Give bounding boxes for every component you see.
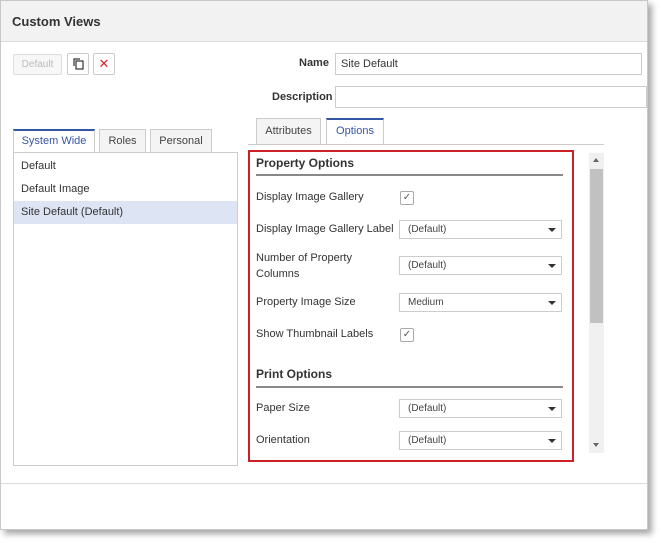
chevron-down-icon <box>548 264 556 268</box>
list-item[interactable]: Default <box>14 155 237 178</box>
check-icon: ✓ <box>402 192 412 203</box>
options-panel: Property Options Display Image Gallery ✓… <box>248 150 574 462</box>
chevron-down-icon <box>548 439 556 443</box>
views-list: Default Default Image Site Default (Defa… <box>13 152 238 466</box>
tab-divider <box>248 144 604 145</box>
description-input[interactable] <box>335 86 647 108</box>
name-label: Name <box>299 57 329 69</box>
tab-attributes[interactable]: Attributes <box>256 118 321 145</box>
copy-button[interactable] <box>67 53 89 75</box>
display-image-gallery-label: Display Image Gallery <box>256 191 364 203</box>
name-input[interactable] <box>335 53 642 75</box>
dialog-title: Custom Views <box>12 14 101 29</box>
property-options-title: Property Options <box>256 156 355 170</box>
property-image-size-label: Property Image Size <box>256 296 356 308</box>
scroll-thumb[interactable] <box>590 169 603 323</box>
property-image-size-select[interactable]: Medium <box>399 293 562 312</box>
display-image-gallery-checkbox[interactable]: ✓ <box>400 191 414 205</box>
tab-personal[interactable]: Personal <box>150 129 212 153</box>
orientation-select[interactable]: (Default) <box>399 431 562 450</box>
default-button[interactable]: Default <box>13 54 62 75</box>
copy-icon <box>73 58 84 70</box>
print-options-title: Print Options <box>256 367 332 381</box>
tab-system-wide[interactable]: System Wide <box>13 129 95 153</box>
tab-roles[interactable]: Roles <box>99 129 146 153</box>
section-divider <box>256 386 563 388</box>
select-value: (Default) <box>408 403 447 414</box>
section-divider <box>256 174 563 176</box>
number-of-property-columns-label: Number of Property Columns <box>256 252 352 280</box>
scroll-up-icon[interactable] <box>593 158 599 162</box>
select-value: Medium <box>408 297 444 308</box>
check-icon: ✓ <box>402 329 412 340</box>
show-thumbnail-labels-label: Show Thumbnail Labels <box>256 328 374 340</box>
footer-divider <box>1 483 647 484</box>
number-of-property-columns-select[interactable]: (Default) <box>399 256 562 275</box>
show-thumbnail-labels-checkbox[interactable]: ✓ <box>400 328 414 342</box>
custom-views-dialog: Custom Views Default ✕ System Wide Roles… <box>0 0 648 530</box>
scroll-down-icon[interactable] <box>593 443 599 447</box>
select-value: (Default) <box>408 435 447 446</box>
display-image-gallery-label-select[interactable]: (Default) <box>399 220 562 239</box>
close-icon: ✕ <box>98 56 110 71</box>
select-value: (Default) <box>408 224 447 235</box>
description-label: Description <box>272 91 333 103</box>
list-item[interactable]: Site Default (Default) <box>14 201 237 224</box>
tab-options[interactable]: Options <box>326 118 384 145</box>
list-item[interactable]: Default Image <box>14 178 237 201</box>
chevron-down-icon <box>548 228 556 232</box>
chevron-down-icon <box>548 301 556 305</box>
paper-size-select[interactable]: (Default) <box>399 399 562 418</box>
chevron-down-icon <box>548 407 556 411</box>
options-scrollbar[interactable] <box>589 153 604 453</box>
delete-button[interactable]: ✕ <box>93 53 115 75</box>
paper-size-label: Paper Size <box>256 402 310 414</box>
orientation-label: Orientation <box>256 434 310 446</box>
display-image-gallery-label-label: Display Image Gallery Label <box>256 223 394 235</box>
select-value: (Default) <box>408 260 447 271</box>
title-bar: Custom Views <box>1 1 647 42</box>
